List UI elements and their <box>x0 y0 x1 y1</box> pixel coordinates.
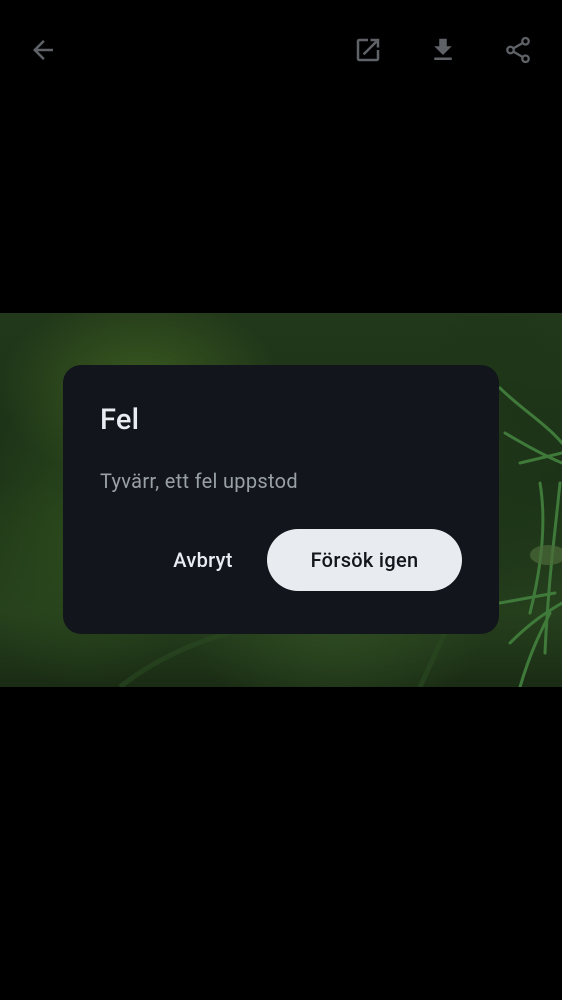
dialog-title: Fel <box>100 403 140 437</box>
retry-button[interactable]: Försök igen <box>267 529 462 591</box>
top-toolbar <box>0 0 562 100</box>
open-in-new-icon <box>356 38 380 62</box>
error-dialog: Fel Tyvärr, ett fel uppstod Avbryt Försö… <box>63 365 499 634</box>
download-icon <box>434 38 452 60</box>
share-button[interactable] <box>494 26 542 74</box>
dialog-message: Tyvärr, ett fel uppstod <box>100 469 298 493</box>
download-button[interactable] <box>419 26 467 74</box>
share-icon <box>506 36 530 64</box>
cancel-button[interactable]: Avbryt <box>155 529 251 591</box>
arrow-back-icon <box>33 40 53 60</box>
back-button[interactable] <box>19 26 67 74</box>
open-external-button[interactable] <box>344 26 392 74</box>
